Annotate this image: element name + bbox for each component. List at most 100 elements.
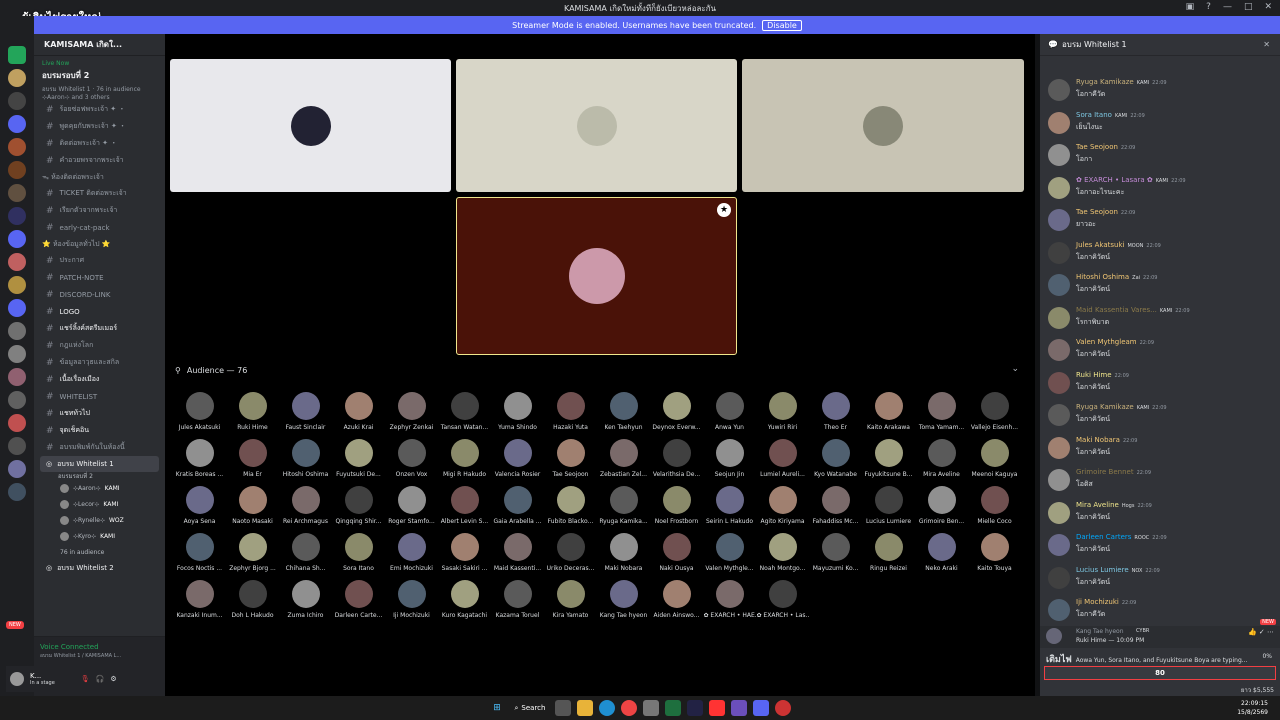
audience-member[interactable]: Fubito Blacko... bbox=[544, 486, 597, 525]
audience-member[interactable]: Hitoshi Oshima bbox=[279, 439, 332, 478]
headphones-icon[interactable]: 🎧 bbox=[96, 675, 105, 683]
audience-member[interactable]: Ruki Hime bbox=[226, 392, 279, 431]
speaker-item[interactable]: ⊹Kyro⊹ KAMI bbox=[34, 528, 165, 544]
channel-item[interactable]: # ข้อมูลอาวุธและสกิล bbox=[34, 354, 165, 371]
avatar[interactable] bbox=[1048, 241, 1070, 264]
channel-item[interactable]: # เรียกตัวจากพระเจ้า bbox=[34, 202, 165, 219]
steam-icon[interactable] bbox=[687, 700, 703, 716]
chat-message[interactable]: Hitoshi Oshima Zai 22:09 โอกาคิวัตน์ bbox=[1046, 271, 1276, 301]
author-name[interactable]: Maid Kassentia Vares... bbox=[1076, 306, 1157, 314]
avatar[interactable] bbox=[1048, 501, 1070, 524]
audience-member[interactable]: Kang Tae hyeon bbox=[597, 580, 650, 619]
chat-message[interactable]: Darleen Carters ROOC 22:09 โอกาคิวัตน์ bbox=[1046, 531, 1276, 561]
app-icon[interactable] bbox=[775, 700, 791, 716]
server-icon[interactable] bbox=[8, 184, 26, 202]
avatar[interactable] bbox=[1048, 79, 1070, 101]
server-folder-icon[interactable] bbox=[8, 230, 26, 248]
audience-member[interactable]: Zebastian Zel... bbox=[597, 439, 650, 478]
store-icon[interactable] bbox=[643, 700, 659, 716]
channel-item[interactable]: # พูดคุยกับพระเจ้า ✦ ・ bbox=[34, 118, 165, 135]
mic-icon[interactable]: 🎙 bbox=[81, 675, 90, 683]
author-name[interactable]: Mira Aveline bbox=[1076, 501, 1119, 509]
audience-member[interactable]: Kyo Watanabe bbox=[809, 439, 862, 478]
audience-member[interactable]: Tae Seojoon bbox=[544, 439, 597, 478]
audience-member[interactable]: Azuki Krai bbox=[332, 392, 385, 431]
new-messages-badge[interactable]: NEW bbox=[1260, 619, 1276, 625]
chat-input[interactable]: 80 bbox=[1044, 666, 1276, 680]
audience-member[interactable]: Noah Montgo... bbox=[756, 533, 809, 572]
hovered-message[interactable]: Kang Tae hyeon CYBR Ruki Hime — 10:09 PM… bbox=[1040, 626, 1280, 648]
server-icon[interactable] bbox=[8, 460, 26, 478]
audience-member[interactable]: Aiden Ainswo... bbox=[650, 580, 703, 619]
channel-item[interactable]: # LOGO bbox=[34, 303, 165, 320]
speaker-item[interactable]: ⊹Lecor⊹ KAMI bbox=[34, 496, 165, 512]
avatar[interactable] bbox=[1048, 404, 1070, 426]
author-name[interactable]: Ruki Hime bbox=[1076, 371, 1112, 379]
server-icon[interactable] bbox=[8, 391, 26, 409]
audience-member[interactable]: Fahaddiss Mc... bbox=[809, 486, 862, 525]
channel-item[interactable]: # TICKET ติดต่อพระเจ้า bbox=[34, 185, 165, 202]
close-icon[interactable]: ✕ bbox=[1263, 40, 1270, 49]
author-name[interactable]: Tae Seojoon bbox=[1076, 208, 1118, 216]
audience-member[interactable]: Albert Levin S... bbox=[438, 486, 491, 525]
audience-member[interactable]: Agito Kiriyama bbox=[756, 486, 809, 525]
category-header[interactable]: ⭐ ห้องข้อมูลทั่วไป ⭐ bbox=[34, 236, 165, 252]
speaker-item[interactable]: ⊹Rynelle⊹ WOZ bbox=[34, 512, 165, 528]
audience-member[interactable]: Roger Stamfo... bbox=[385, 486, 438, 525]
avatar[interactable] bbox=[1048, 599, 1070, 621]
server-icon[interactable] bbox=[8, 92, 26, 110]
server-folder-icon[interactable] bbox=[8, 299, 26, 317]
audience-member[interactable]: Lucius Lumiere bbox=[862, 486, 915, 525]
avatar[interactable] bbox=[1048, 306, 1070, 329]
audience-member[interactable]: Yuwiri Riri bbox=[756, 392, 809, 431]
server-icon[interactable] bbox=[8, 138, 26, 156]
disable-streamer-button[interactable]: Disable bbox=[762, 19, 802, 31]
speaker-tile[interactable]: ★ bbox=[456, 197, 737, 355]
audience-member[interactable]: Velarithsia De... bbox=[650, 439, 703, 478]
settings-icon[interactable]: ⚙ bbox=[110, 675, 116, 683]
audience-member[interactable]: Iji Mochizuki bbox=[385, 580, 438, 619]
channel-item[interactable]: # แชทท้วไป bbox=[34, 405, 165, 422]
chat-message[interactable]: Iji Mochizuki 22:09 โอกาคีวัด bbox=[1046, 596, 1276, 626]
start-icon[interactable]: ⊞ bbox=[489, 700, 505, 716]
audience-member[interactable]: Zephyr Bjorg ... bbox=[226, 533, 279, 572]
author-name[interactable]: Jules Akatsuki bbox=[1076, 241, 1124, 249]
channel-item[interactable]: # ร้อยซ่อฟพระเจ้า ✦ ・ bbox=[34, 101, 165, 118]
audience-member[interactable]: Kira Yamato bbox=[544, 580, 597, 619]
audience-member[interactable]: Seojun Jin bbox=[703, 439, 756, 478]
category-header[interactable]: ᯓ ห้องติดต่อพระเจ้า bbox=[34, 169, 165, 185]
server-icon[interactable] bbox=[8, 437, 26, 455]
system-clock[interactable]: 22:09:15 15/8/2569 bbox=[1237, 699, 1268, 717]
server-icon[interactable] bbox=[8, 322, 26, 340]
author-name[interactable]: Tae Seojoon bbox=[1076, 143, 1118, 151]
audience-member[interactable]: Kanzaki Inum... bbox=[173, 580, 226, 619]
audience-member[interactable]: Mira Aveline bbox=[915, 439, 968, 478]
avatar[interactable] bbox=[1048, 534, 1070, 556]
audience-member[interactable]: Darleen Carte... bbox=[332, 580, 385, 619]
server-icon[interactable] bbox=[8, 276, 26, 294]
author-name[interactable]: Sora Itano bbox=[1076, 111, 1112, 119]
channel-item[interactable]: # WHITELIST bbox=[34, 388, 165, 405]
audience-member[interactable]: Hazaki Yuta bbox=[544, 392, 597, 431]
audience-member[interactable]: Maki Nobara bbox=[597, 533, 650, 572]
author-name[interactable]: Valen Mythgleam bbox=[1076, 338, 1137, 346]
chat-message[interactable]: Ryuga Kamikaze KAMI 22:09 โอกาคีวัด bbox=[1046, 76, 1276, 106]
author-name[interactable]: Hitoshi Oshima bbox=[1076, 273, 1129, 281]
chrome-icon[interactable] bbox=[621, 700, 637, 716]
audience-member[interactable]: Doh L Hakudo bbox=[226, 580, 279, 619]
audience-member[interactable]: Kaito Touya bbox=[968, 533, 1021, 572]
audience-member[interactable]: Grimoire Ben... bbox=[915, 486, 968, 525]
chevron-down-icon[interactable]: ⌄ bbox=[1011, 364, 1019, 374]
avatar[interactable] bbox=[1048, 176, 1070, 199]
speaker-tile[interactable] bbox=[170, 59, 451, 192]
avatar[interactable] bbox=[1048, 111, 1070, 134]
voice-channel-whitelist-1[interactable]: ◎ อบรม Whitelist 1 bbox=[40, 456, 159, 472]
avatar[interactable] bbox=[1048, 371, 1070, 394]
audience-member[interactable]: Faust Sinclair bbox=[279, 392, 332, 431]
maximize-icon[interactable]: □ bbox=[1244, 2, 1253, 12]
audience-member[interactable]: Mielle Coco bbox=[968, 486, 1021, 525]
channel-item[interactable]: # กฎแห่งโลก bbox=[34, 337, 165, 354]
audience-member[interactable]: Ken Taehyun bbox=[597, 392, 650, 431]
audience-member[interactable]: Mia Er bbox=[226, 439, 279, 478]
audience-member[interactable]: Ryuga Kamika... bbox=[597, 486, 650, 525]
